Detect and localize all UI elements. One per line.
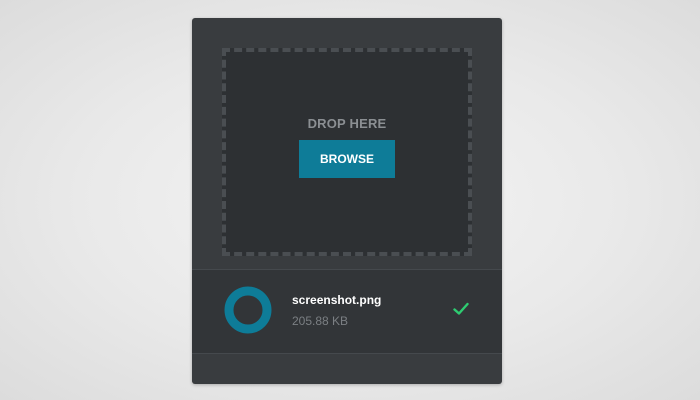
- uploaded-file-item: screenshot.png 205.88 KB: [192, 270, 502, 353]
- file-size: 205.88 KB: [292, 314, 349, 328]
- divider: [192, 353, 502, 354]
- drop-zone[interactable]: DROP HERE BROWSE: [222, 48, 472, 256]
- drop-here-label: DROP HERE: [307, 116, 387, 131]
- browse-button[interactable]: BROWSE: [299, 140, 395, 178]
- file-name: screenshot.png: [292, 293, 382, 307]
- progress-ring-icon: [224, 286, 272, 334]
- upload-panel: DROP HERE BROWSE screenshot.png 205.88 K…: [192, 18, 502, 384]
- check-icon: [453, 302, 469, 315]
